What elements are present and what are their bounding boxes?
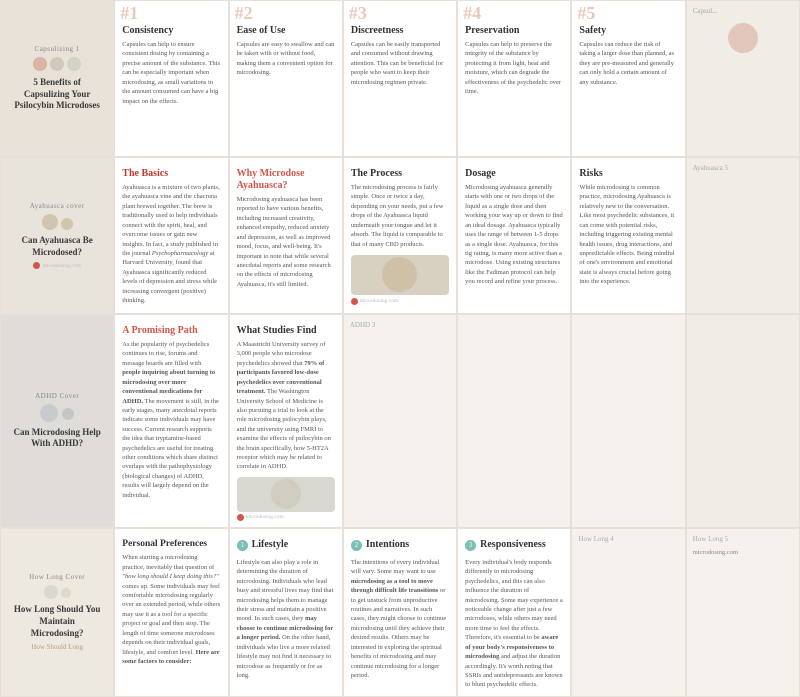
adhd-card2-site: microdosing.com <box>237 514 335 521</box>
capsulizing-cover[interactable]: Capsulizing 1 5 Benefits of Capsulizing … <box>0 0 114 157</box>
card-title-preservation: Preservation <box>465 25 563 37</box>
ayahuasca-card-1[interactable]: The Basics Ayahuasca is a mixture of two… <box>114 157 228 314</box>
capsulizing-overflow: Capsul... <box>686 0 800 157</box>
adhd-row-label: ADHD Cover <box>35 392 79 400</box>
adhd-card1-title: A Promising Path <box>122 325 220 337</box>
adhd-card-5 <box>571 314 685 528</box>
adhd-card-4 <box>457 314 571 528</box>
howlong-card-3[interactable]: 2 Intentions The intentions of every ind… <box>343 528 457 697</box>
capsulizing-card-4[interactable]: #4 Preservation Capsules can help to pre… <box>457 0 571 157</box>
ayahuasca-card5-body: While microdosing is common practice, mi… <box>579 183 677 287</box>
howlong-card-6: How Long 5 microdosing.com <box>686 528 800 697</box>
capsulizing-row-label: Capsulizing 1 <box>35 45 80 53</box>
howlong-subtitle: How Should Long <box>31 643 83 651</box>
howlong-num-3: 3 <box>465 540 476 551</box>
howlong-card5-label: How Long 4 <box>572 529 684 549</box>
ayahuasca-cover[interactable]: Ayahuasca cover Can Ayahuasca Be Microdo… <box>0 157 114 314</box>
adhd-card2-body: A Maastricht University survey of 3,000 … <box>237 340 335 472</box>
card-body-ease: Capsules are easy to swallow and can be … <box>237 40 335 78</box>
capsulizing-card-5[interactable]: #5 Safety Capsules can reduce the risk o… <box>571 0 685 157</box>
howlong-card6-label: How Long 5 <box>687 529 799 549</box>
card-title-discreetness: Discreetness <box>351 25 449 37</box>
ayahuasca-card3-site: microdosing.com <box>351 298 449 305</box>
howlong-card2-title: Lifestyle <box>252 539 289 551</box>
ayahuasca-card-3[interactable]: The Process The microdosing process is f… <box>343 157 457 314</box>
howlong-card1-body: When starting a microdosing practice, in… <box>122 553 220 666</box>
capsulizing-cover-title: 5 Benefits of Capsulizing Your Psilocybi… <box>9 77 105 112</box>
ayahuasca-card-5[interactable]: Risks While microdosing is common practi… <box>571 157 685 314</box>
card-number-1: #1 <box>120 4 138 22</box>
howlong-card-4[interactable]: 3 Responsiveness Every individual's body… <box>457 528 571 697</box>
card-title-safety: Safety <box>579 25 677 37</box>
adhd-cover-title: Can Microdosing Help With ADHD? <box>9 427 105 450</box>
howlong-card-1[interactable]: Personal Preferences When starting a mic… <box>114 528 228 697</box>
card-number-2: #2 <box>235 4 253 22</box>
adhd-cover[interactable]: ADHD Cover Can Microdosing Help With ADH… <box>0 314 114 528</box>
card-number-3: #3 <box>349 4 367 22</box>
ayahuasca-card2-title: Why Microdose Ayahuasca? <box>237 168 335 192</box>
ayahuasca-card-4[interactable]: Dosage Microdosing ayahuasca generally s… <box>457 157 571 314</box>
main-grid: Capsulizing 1 5 Benefits of Capsulizing … <box>0 0 800 697</box>
ayahuasca-card-2[interactable]: Why Microdose Ayahuasca? Microdosing aya… <box>229 157 343 314</box>
howlong-card3-body: The intentions of every individual will … <box>351 558 449 680</box>
card-body-discreetness: Capsules can be easily transported and c… <box>351 40 449 87</box>
howlong-row-label: How Long Cover <box>29 573 85 581</box>
card-title-ease: Ease of Use <box>237 25 335 37</box>
adhd-card-1[interactable]: A Promising Path As the popularity of ps… <box>114 314 228 528</box>
adhd-card1-body: As the popularity of psychedelics contin… <box>122 340 220 500</box>
ayahuasca-card4-body: Microdosing ayahuasca generally starts w… <box>465 183 563 287</box>
howlong-card4-body: Every individual's body responds differe… <box>465 558 563 690</box>
ayahuasca-card3-body: The microdosing process is fairly simple… <box>351 183 449 249</box>
adhd-card2-title: What Studies Find <box>237 325 335 337</box>
capsulizing-card-1[interactable]: #1 Consistency Capsules can help to ensu… <box>114 0 228 157</box>
adhd-overflow <box>686 314 800 528</box>
adhd-card-3: ADHD 3 <box>343 314 457 528</box>
card-number-4: #4 <box>463 4 481 22</box>
ayahuasca-overflow: Ayahuasca 5 <box>686 157 800 314</box>
howlong-card3-title: Intentions <box>366 539 409 551</box>
adhd-card-2[interactable]: What Studies Find A Maastricht Universit… <box>229 314 343 528</box>
card-body-preservation: Capsules can help to preserve the integr… <box>465 40 563 97</box>
capsulizing-overflow-label: Capsul... <box>693 7 793 15</box>
ayahuasca-site-label: microdosing.com <box>33 262 80 269</box>
ayahuasca-row-label: Ayahuasca cover <box>30 202 85 210</box>
howlong-card1-title: Personal Preferences <box>122 539 220 550</box>
card-body-consistency: Capsules can help to ensure consistent d… <box>122 40 220 106</box>
ayahuasca-card5-title: Risks <box>579 168 677 180</box>
ayahuasca-card1-title: The Basics <box>122 168 220 180</box>
capsulizing-card-2[interactable]: #2 Ease of Use Capsules are easy to swal… <box>229 0 343 157</box>
howlong-card-2[interactable]: 1 Lifestyle Lifestyle can also play a ro… <box>229 528 343 697</box>
howlong-card2-body: Lifestyle can also play a role in determ… <box>237 558 335 680</box>
card-title-consistency: Consistency <box>122 25 220 37</box>
adhd-card3-label: ADHD 3 <box>344 315 456 335</box>
ayahuasca-card4-title: Dosage <box>465 168 563 180</box>
howlong-card6-text: microdosing.com <box>693 549 793 556</box>
howlong-num-1: 1 <box>237 540 248 551</box>
card-body-safety: Capsules can reduce the risk of taking a… <box>579 40 677 87</box>
ayahuasca-cover-title: Can Ayahuasca Be Microdosed? <box>9 235 105 258</box>
card-number-5: #5 <box>577 4 595 22</box>
ayahuasca-card1-body: Ayahuasca is a mixture of two plants, th… <box>122 183 220 305</box>
ayahuasca-card2-body: Microdosing ayahuasca has been reported … <box>237 195 335 289</box>
howlong-card4-title: Responsiveness <box>480 539 546 551</box>
ayahuasca-card3-title: The Process <box>351 168 449 180</box>
howlong-num-2: 2 <box>351 540 362 551</box>
ayahuasca-overflow-label: Ayahuasca 5 <box>693 164 793 172</box>
howlong-card-5: How Long 4 <box>571 528 685 697</box>
howlong-cover[interactable]: How Long Cover How Long Should You Maint… <box>0 528 114 697</box>
howlong-cover-title: How Long Should You Maintain Microdosing… <box>9 604 105 639</box>
capsulizing-card-3[interactable]: #3 Discreetness Capsules can be easily t… <box>343 0 457 157</box>
